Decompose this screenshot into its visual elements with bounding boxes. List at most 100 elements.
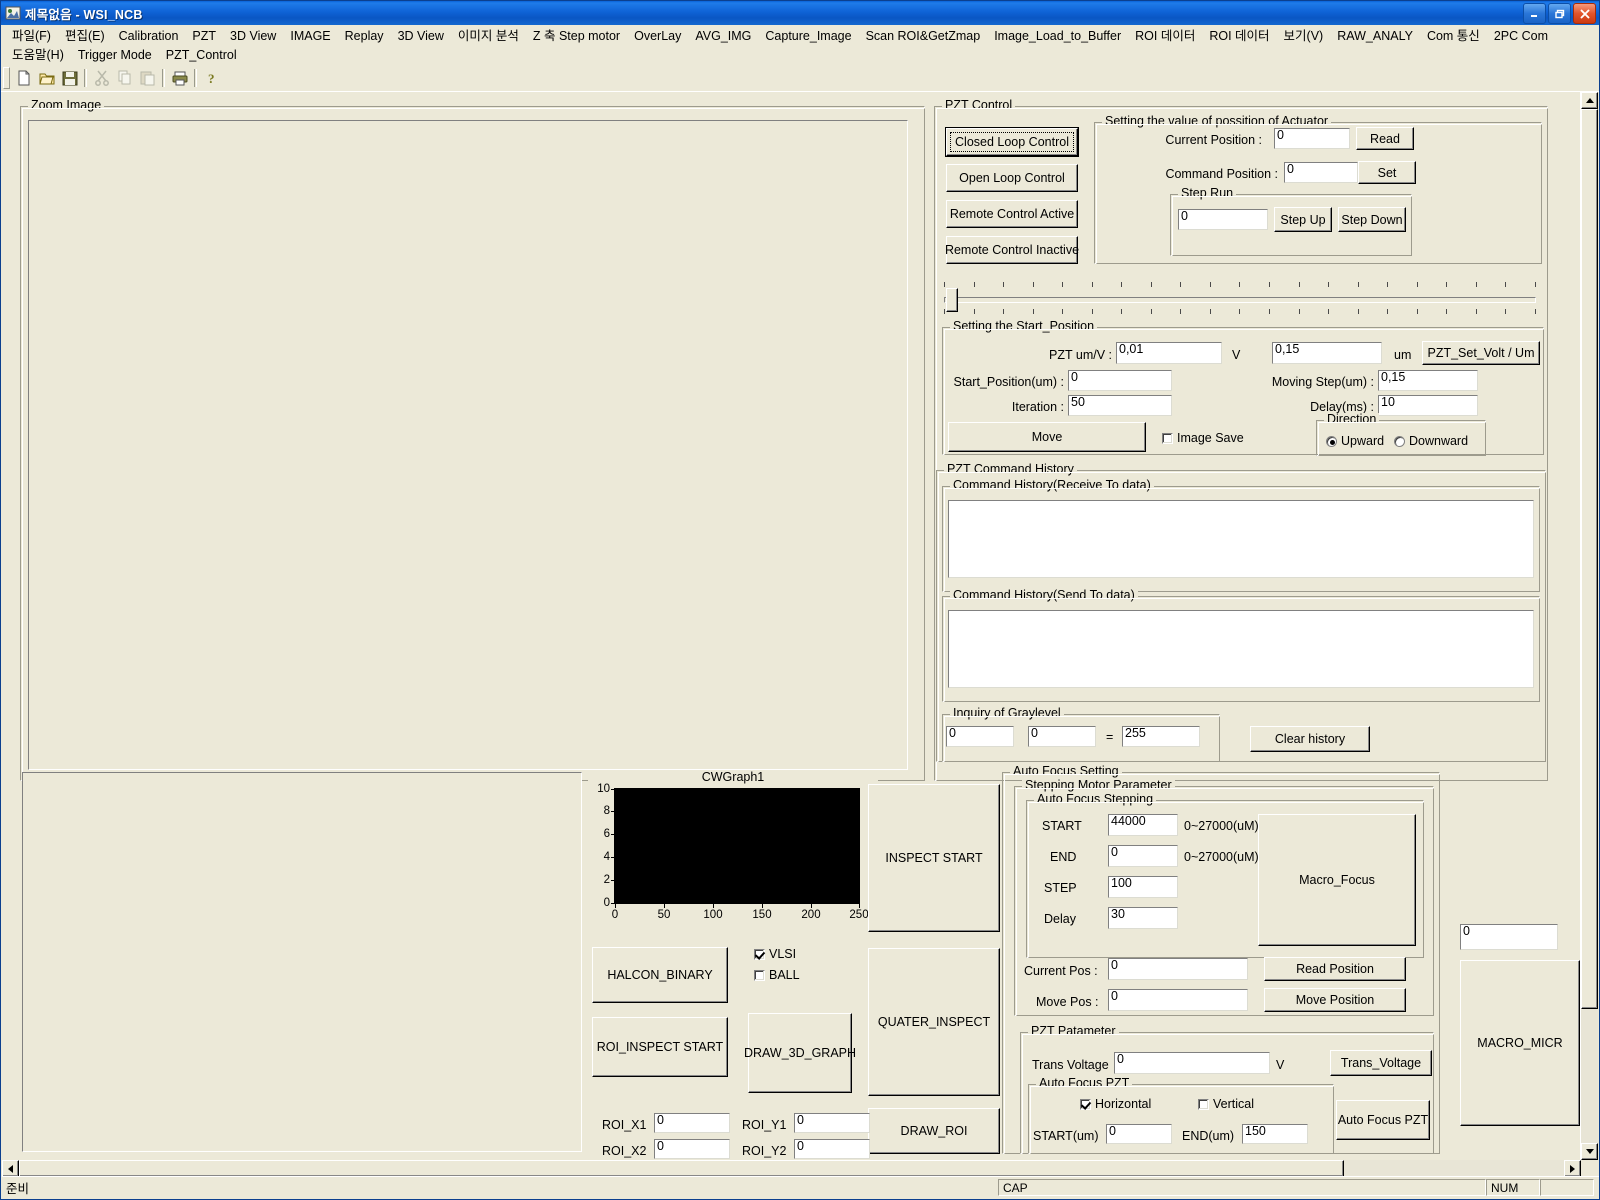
pzt-um-v-field[interactable]: 0,01	[1116, 342, 1222, 364]
menu-item-help[interactable]: 도움말(H)	[5, 46, 71, 64]
scroll-down-button[interactable]	[1581, 1143, 1598, 1160]
horizontal-scroll-thumb[interactable]	[19, 1160, 1344, 1177]
scroll-right-button[interactable]	[1564, 1160, 1581, 1177]
image-display-panel[interactable]	[22, 772, 582, 1152]
draw-3d-graph-button[interactable]: DRAW_3D_GRAPH	[744, 1013, 856, 1093]
maximize-button[interactable]	[1548, 3, 1571, 24]
toolbar-grip[interactable]	[3, 67, 10, 89]
set-button[interactable]: Set	[1358, 161, 1416, 184]
scroll-up-button[interactable]	[1581, 92, 1598, 109]
direction-upward-radio[interactable]: Upward	[1326, 434, 1384, 448]
remote-control-inactive-button[interactable]: Remote Control Inactive	[945, 236, 1079, 264]
command-position-field[interactable]: 0	[1284, 162, 1358, 183]
menu-item-replay[interactable]: Replay	[338, 27, 391, 45]
pzt-position-slider[interactable]	[944, 282, 1536, 316]
delay-ms-field[interactable]: 10	[1378, 395, 1478, 416]
menu-item-calibration[interactable]: Calibration	[112, 27, 186, 45]
read-position-button[interactable]: Read Position	[1264, 957, 1406, 981]
save-icon[interactable]	[58, 67, 81, 89]
vertical-checkbox[interactable]: Vertical	[1198, 1097, 1254, 1111]
minimize-button[interactable]	[1523, 3, 1546, 24]
trans-voltage-button[interactable]: Trans_Voltage	[1330, 1050, 1432, 1076]
menu-item-pzt-control[interactable]: PZT_Control	[159, 46, 244, 64]
menu-item-image-load-to-buffer[interactable]: Image_Load_to_Buffer	[987, 27, 1128, 45]
step-down-button[interactable]: Step Down	[1338, 207, 1406, 232]
moving-step-field[interactable]: 0,15	[1378, 370, 1478, 391]
current-pos-field[interactable]: 0	[1108, 958, 1248, 980]
help-icon[interactable]: ?	[200, 67, 223, 89]
inspect-start-button[interactable]: INSPECT START	[868, 784, 1000, 932]
move-position-button[interactable]: Move Position	[1264, 988, 1406, 1012]
open-icon[interactable]	[35, 67, 58, 89]
move-pos-field[interactable]: 0	[1108, 989, 1248, 1011]
menu-item-trigger-mode[interactable]: Trigger Mode	[71, 46, 159, 64]
roi-inspect-start-button[interactable]: ROI_INSPECT START	[592, 1017, 728, 1077]
vertical-scroll-thumb[interactable]	[1581, 109, 1598, 1009]
remote-control-active-button[interactable]: Remote Control Active	[946, 200, 1078, 228]
menu-item-image[interactable]: IMAGE	[283, 27, 337, 45]
menu-item-3d-view[interactable]: 3D View	[223, 27, 283, 45]
right-panel-field[interactable]: 0	[1460, 924, 1558, 950]
macro-focus-button[interactable]: Macro_Focus	[1258, 814, 1416, 946]
print-icon[interactable]	[168, 67, 191, 89]
menu-item-scan-roi-getzmap[interactable]: Scan ROI&GetZmap	[859, 27, 988, 45]
clear-history-button[interactable]: Clear history	[1250, 726, 1370, 752]
menu-item-pzt[interactable]: PZT	[185, 27, 223, 45]
menu-item-z-step-motor[interactable]: Z 축 Step motor	[526, 27, 627, 45]
close-button[interactable]	[1573, 3, 1596, 24]
menu-item-com[interactable]: Com 통신	[1420, 27, 1487, 45]
vertical-scrollbar[interactable]	[1580, 92, 1598, 1160]
cut-icon[interactable]	[90, 67, 113, 89]
direction-downward-radio[interactable]: Downward	[1394, 434, 1468, 448]
iteration-field[interactable]: 50	[1068, 395, 1172, 416]
roi-y1-field[interactable]: 0	[794, 1113, 870, 1133]
graylevel-y-field[interactable]: 0	[1028, 726, 1096, 747]
draw-roi-button[interactable]: DRAW_ROI	[868, 1108, 1000, 1154]
new-icon[interactable]	[12, 67, 35, 89]
cwgraph-widget[interactable]: CWGraph1 10 8 6 4 2 0 0 50 100 150 200 2…	[588, 770, 878, 930]
menu-item-raw-analy[interactable]: RAW_ANALY	[1330, 27, 1420, 45]
command-history-send-box[interactable]	[948, 610, 1534, 688]
auto-focus-pzt-button[interactable]: Auto Focus PZT	[1336, 1100, 1430, 1140]
menu-item-2pc-com[interactable]: 2PC Com	[1487, 27, 1555, 45]
roi-x2-field[interactable]: 0	[654, 1139, 730, 1159]
quater-inspect-button[interactable]: QUATER_INSPECT	[868, 948, 1000, 1096]
menu-item-3d-view-2[interactable]: 3D View	[391, 27, 451, 45]
halcon-binary-button[interactable]: HALCON_BINARY	[592, 947, 728, 1003]
step-up-button[interactable]: Step Up	[1274, 207, 1332, 232]
af-step-field[interactable]: 100	[1108, 876, 1178, 898]
af-end-field[interactable]: 0	[1108, 845, 1178, 867]
menu-item-view[interactable]: 보기(V)	[1277, 27, 1331, 45]
menu-item-avg-img[interactable]: AVG_IMG	[688, 27, 758, 45]
pzt-um-field[interactable]: 0,15	[1272, 342, 1382, 364]
menu-item-overlay[interactable]: OverLay	[627, 27, 688, 45]
menu-item-image-analysis[interactable]: 이미지 분석	[451, 27, 526, 45]
vlsi-checkbox[interactable]: VLSI	[754, 947, 796, 961]
trans-voltage-field[interactable]: 0	[1114, 1052, 1270, 1074]
closed-loop-control-button[interactable]: Closed Loop Control	[946, 128, 1078, 156]
paste-icon[interactable]	[136, 67, 159, 89]
roi-y2-field[interactable]: 0	[794, 1139, 870, 1159]
macro-micro-button[interactable]: MACRO_MICR	[1460, 960, 1580, 1126]
copy-icon[interactable]	[113, 67, 136, 89]
horizontal-scrollbar[interactable]	[2, 1160, 1581, 1177]
ball-checkbox[interactable]: BALL	[754, 968, 800, 982]
menu-item-file[interactable]: 파일(F)	[5, 27, 58, 45]
menu-item-edit[interactable]: 편집(E)	[58, 27, 112, 45]
command-history-receive-box[interactable]	[948, 500, 1534, 578]
af-delay-field[interactable]: 30	[1108, 907, 1178, 929]
read-button[interactable]: Read	[1356, 127, 1414, 150]
graylevel-result-field[interactable]: 255	[1122, 726, 1200, 747]
start-position-field[interactable]: 0	[1068, 370, 1172, 391]
step-run-field[interactable]: 0	[1178, 209, 1268, 230]
image-save-checkbox[interactable]: Image Save	[1162, 431, 1244, 445]
pzt-set-volt-um-button[interactable]: PZT_Set_Volt / Um	[1422, 341, 1540, 365]
open-loop-control-button[interactable]: Open Loop Control	[946, 164, 1078, 192]
current-position-field[interactable]: 0	[1274, 128, 1350, 149]
horizontal-checkbox[interactable]: Horizontal	[1080, 1097, 1151, 1111]
af-start-um-field[interactable]: 0	[1106, 1124, 1172, 1144]
menu-item-roi-data-2[interactable]: ROI 데이터	[1202, 27, 1276, 45]
scroll-left-button[interactable]	[2, 1160, 19, 1177]
menu-item-capture-image[interactable]: Capture_Image	[758, 27, 858, 45]
move-button[interactable]: Move	[948, 422, 1146, 452]
